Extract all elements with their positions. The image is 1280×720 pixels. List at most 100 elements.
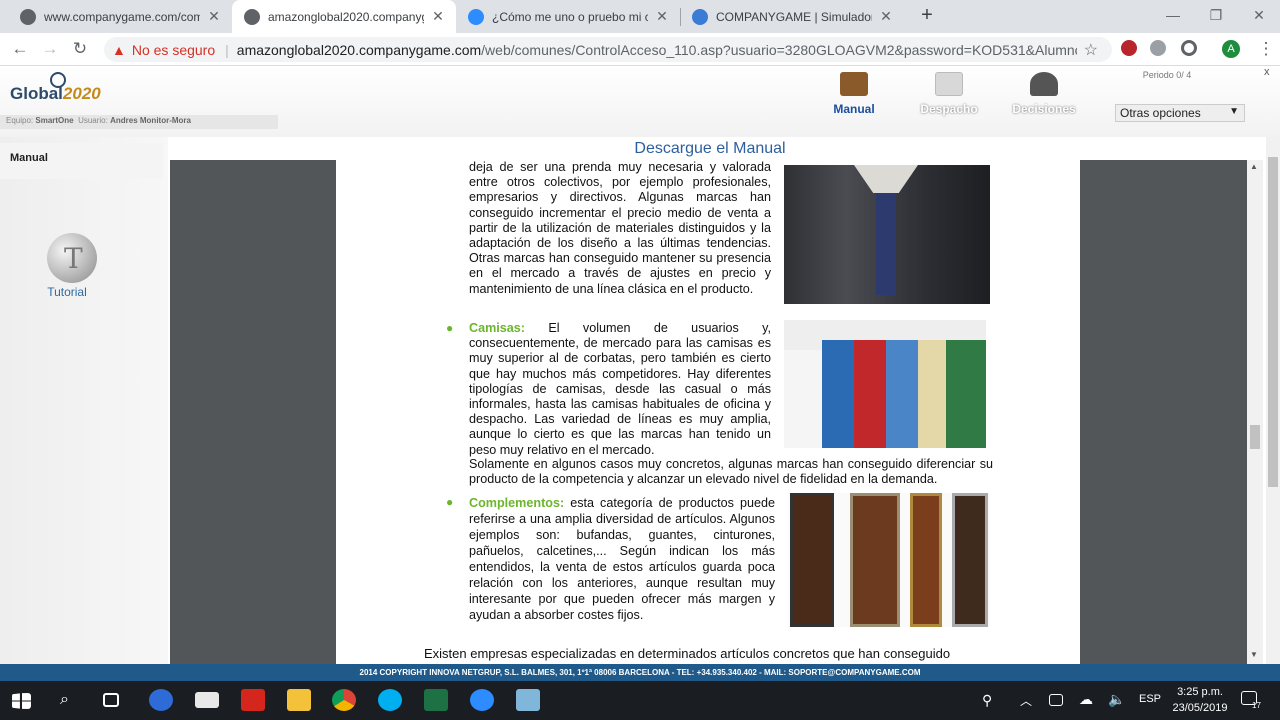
forward-arrow-icon[interactable]: →	[38, 37, 62, 61]
tab-zoom-help[interactable]: ¿Cómo me uno o pruebo mi con ✕	[456, 0, 680, 33]
app-close-icon[interactable]: x	[1264, 66, 1270, 78]
zoom-app-icon[interactable]	[470, 689, 494, 711]
app-icon-light[interactable]	[516, 689, 540, 711]
acrobat-icon[interactable]	[241, 689, 265, 711]
camisas-text: El volumen de usuarios y, consecuentemen…	[469, 321, 771, 457]
shirt-lightblue	[886, 340, 920, 448]
tutorial-icon[interactable]: T	[47, 233, 97, 283]
file-explorer-icon[interactable]	[287, 689, 311, 711]
sidebar-item-manual[interactable]: Manual	[0, 143, 163, 179]
document-icon	[935, 72, 963, 96]
pdf-scrollbar[interactable]: ▲ ▼	[1247, 160, 1263, 664]
tab-companygame[interactable]: www.companygame.com/compa ✕	[8, 0, 232, 33]
tie-shape	[876, 185, 896, 295]
mail-icon[interactable]	[195, 692, 219, 708]
url-path: /web/comunes/ControlAcceso_110.asp?usuar…	[481, 41, 1077, 58]
belt-2	[850, 493, 900, 627]
nav-label: Decisiones	[1012, 102, 1076, 116]
url-host: amazonglobal2020.companygame.com	[236, 41, 482, 58]
nav-manual[interactable]: Manual	[806, 72, 902, 116]
scroll-thumb[interactable]	[1268, 157, 1278, 487]
tab-title: COMPANYGAME | Simuladores	[716, 9, 872, 24]
windows-taskbar: ⌕ ⚲ ︿ ☁ 🔈 ESP 3:25 p.m. 23/05/2019 17	[0, 681, 1280, 720]
tab-amazonglobal[interactable]: amazonglobal2020.companygam ✕	[232, 0, 456, 33]
close-tab-icon[interactable]: ✕	[654, 8, 670, 25]
scroll-down-icon[interactable]: ▼	[1250, 650, 1258, 659]
shirt-white	[784, 350, 824, 448]
globe-icon	[20, 8, 36, 25]
clock-time[interactable]: 3:25 p.m.	[1172, 686, 1228, 698]
clock-date[interactable]: 23/05/2019	[1170, 702, 1230, 714]
nav-label: Manual	[833, 102, 875, 116]
belt-4	[952, 493, 988, 627]
url-text[interactable]: amazonglobal2020.companygame.com/web/com…	[237, 42, 1077, 58]
nav-despacho[interactable]: Despacho	[901, 72, 997, 116]
task-view-icon[interactable]	[103, 693, 119, 707]
extension-circle-icon[interactable]	[1181, 40, 1197, 56]
language-indicator[interactable]: ESP	[1139, 693, 1161, 705]
notification-count: 17	[1252, 701, 1261, 710]
warning-icon: ▲	[112, 41, 126, 58]
team-user-bar: Equipo: SmartOne Usuario: Andres Monitor…	[0, 115, 278, 129]
tutorial-glyph: T	[64, 242, 83, 275]
scroll-thumb[interactable]	[1250, 425, 1260, 449]
page-scrollbar[interactable]	[1266, 137, 1280, 664]
shirt-blue	[822, 340, 856, 448]
menu-kebab-icon[interactable]: ⋮	[1254, 37, 1278, 61]
browser-toolbar: ← → ↻ ▲ No es seguro | amazonglobal2020.…	[0, 33, 1280, 66]
tab-title: amazonglobal2020.companygam	[268, 9, 424, 24]
shirt-green	[946, 340, 986, 448]
bullet: ●	[446, 321, 454, 335]
complementos-text: esta categoría de productos puede referi…	[469, 496, 775, 622]
zoom-icon	[468, 8, 484, 25]
ublock-icon[interactable]	[1121, 40, 1137, 56]
other-options-select[interactable]: Otras opciones ▼	[1115, 104, 1245, 122]
close-tab-icon[interactable]: ✕	[878, 8, 894, 25]
tab-title: www.companygame.com/compa	[44, 9, 200, 24]
back-arrow-icon[interactable]: ←	[8, 37, 32, 61]
people-icon[interactable]: ⚲	[982, 692, 992, 709]
restore-icon[interactable]: ❐	[1201, 4, 1231, 26]
tutorial-link[interactable]: Tutorial	[30, 285, 104, 299]
close-tab-icon[interactable]: ✕	[430, 8, 446, 25]
page-title: Descargue el Manual	[634, 140, 786, 157]
reload-icon[interactable]: ↻	[68, 37, 92, 61]
shirt-red	[854, 340, 888, 448]
skype-icon[interactable]	[378, 689, 402, 711]
companygame-icon	[692, 8, 708, 25]
close-tab-icon[interactable]: ✕	[206, 8, 222, 25]
keyword-camisas: Camisas:	[469, 321, 526, 335]
pdf-page: deja de ser una prenda muy necesaria y v…	[336, 160, 1080, 664]
profile-avatar[interactable]: A	[1222, 40, 1240, 58]
app-icon-blue[interactable]	[149, 689, 173, 711]
scroll-up-icon[interactable]: ▲	[1250, 162, 1258, 171]
not-secure-label[interactable]: No es seguro	[132, 42, 215, 58]
shirt-collar	[854, 165, 918, 193]
sidebar: Manual T Tutorial	[0, 137, 168, 664]
search-icon[interactable]: ⌕	[60, 691, 69, 709]
onedrive-icon[interactable]: ☁	[1079, 691, 1093, 708]
network-icon[interactable]	[1049, 694, 1063, 706]
nav-decisiones[interactable]: Decisiones	[996, 72, 1092, 116]
drive-icon[interactable]	[1150, 40, 1166, 56]
shirt-beige	[918, 340, 948, 448]
new-tab-button[interactable]: +	[916, 5, 938, 27]
excel-icon[interactable]	[424, 689, 448, 711]
volume-icon[interactable]: 🔈	[1108, 691, 1125, 708]
bookmark-star-icon[interactable]: ☆	[1084, 40, 1098, 60]
address-bar[interactable]: ▲ No es seguro | amazonglobal2020.compan…	[104, 37, 1112, 62]
app-logo: Global2020	[10, 84, 101, 103]
globe-icon	[244, 8, 260, 25]
minimize-icon[interactable]: —	[1158, 4, 1188, 26]
tab-simuladores[interactable]: COMPANYGAME | Simuladores ✕	[680, 0, 904, 33]
chrome-icon[interactable]	[332, 689, 356, 711]
pdf-viewer[interactable]: deja de ser una prenda muy necesaria y v…	[170, 160, 1247, 664]
belt-1	[790, 493, 834, 627]
paragraph-complementos: Complementos: esta categoría de producto…	[469, 495, 775, 623]
paragraph-camisas: Camisas: El volumen de usuarios y, conse…	[469, 321, 771, 458]
tray-chevron-icon[interactable]: ︿	[1020, 692, 1032, 709]
tab-title: ¿Cómo me uno o pruebo mi con	[492, 9, 648, 24]
belt-3	[910, 493, 942, 627]
window-close-icon[interactable]: ✕	[1244, 4, 1274, 26]
tie-photo	[784, 165, 990, 304]
